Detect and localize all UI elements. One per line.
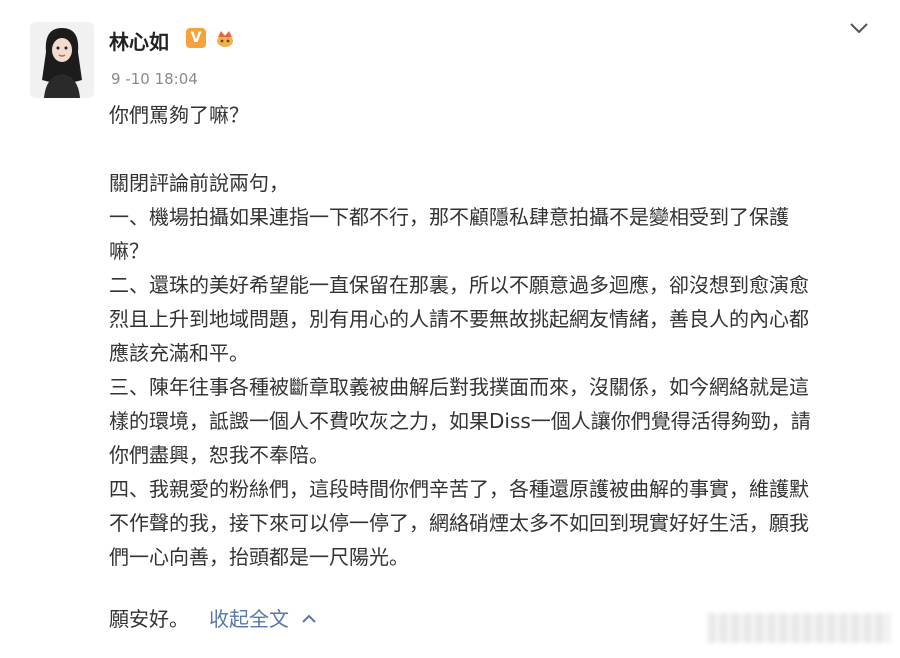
chevron-up-icon xyxy=(302,614,316,623)
user-name[interactable]: 林心如 xyxy=(109,26,169,55)
collapse-label: 收起全文 xyxy=(209,607,289,631)
post-line: 關閉評論前說兩句， xyxy=(109,171,289,195)
post-body: 你們罵夠了嘛？ 關閉評論前說兩句， 一、機場拍攝如果連指一下都不行，那不顧隱私肆… xyxy=(109,98,869,574)
post-line: 你們罵夠了嘛？ xyxy=(109,103,249,127)
post-footer: 願安好。 收起全文 xyxy=(109,602,317,636)
post-line xyxy=(109,132,869,166)
collapse-button[interactable]: 收起全文 xyxy=(209,602,317,636)
closing-text: 願安好。 xyxy=(109,607,189,631)
post-paragraph-3: 三、陳年往事各種被斷章取義被曲解后對我撲面而來，沒關係，如今網絡就是這 樣的環境… xyxy=(109,375,811,467)
crown-emoji-icon xyxy=(214,27,236,49)
avatar-image xyxy=(30,22,94,98)
post-timestamp: 9 -10 18:04 xyxy=(111,70,198,88)
avatar[interactable] xyxy=(30,22,94,98)
post-paragraph-1: 一、機場拍攝如果連指一下都不行，那不顧隱私肆意拍攝不是變相受到了保護 嘛？ xyxy=(109,205,789,263)
post-paragraph-4: 四、我親愛的粉絲們，這段時間你們辛苦了，各種還原護被曲解的事實，維護默 不作聲的… xyxy=(109,477,809,569)
chevron-down-icon[interactable] xyxy=(848,20,870,36)
verified-badge-icon: V xyxy=(186,28,206,48)
blurred-watermark xyxy=(708,613,890,643)
post-paragraph-2: 二、還珠的美好希望能一直保留在那裏，所以不願意過多迴應，卻沒想到愈演愈 烈且上升… xyxy=(109,273,809,365)
